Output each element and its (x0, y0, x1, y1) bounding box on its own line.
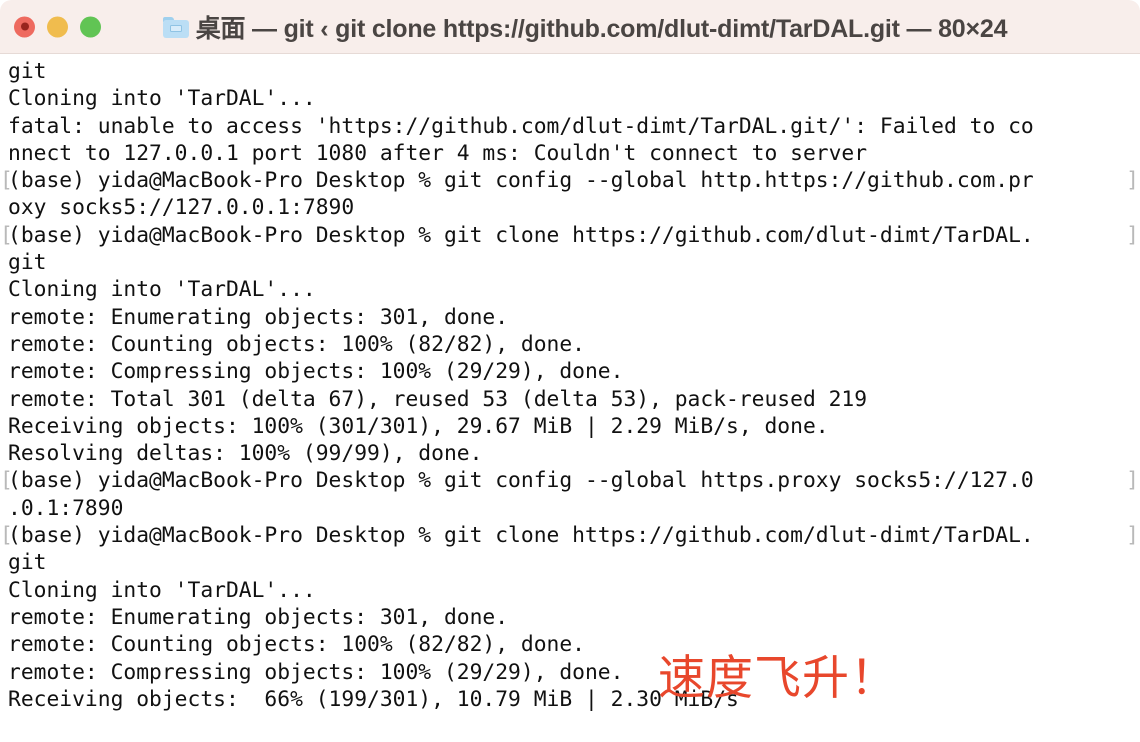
terminal-line-text: (base) yida@MacBook-Pro Desktop % git co… (8, 168, 1034, 194)
terminal-line-text: (base) yida@MacBook-Pro Desktop % git cl… (8, 523, 1034, 549)
line-wrap-marker-right: ] (1126, 523, 1139, 549)
terminal-line-text: remote: Compressing objects: 100% (29/29… (8, 659, 624, 685)
terminal-line: remote: Enumerating objects: 301, done. (0, 304, 1140, 331)
window-title-area: 桌面 — git ‹ git clone https://github.com/… (0, 9, 1140, 45)
terminal-line-text: .0.1:7890 (8, 495, 124, 521)
line-wrap-marker-right: ] (1126, 468, 1139, 494)
terminal-line: Cloning into 'TarDAL'... (0, 276, 1140, 303)
close-icon (20, 22, 29, 31)
line-wrap-marker-left: [ (0, 468, 13, 494)
terminal-line: remote: Enumerating objects: 301, done. (0, 604, 1140, 631)
terminal-line: Receiving objects: 66% (199/301), 10.79 … (0, 686, 1140, 713)
terminal-line: remote: Total 301 (delta 67), reused 53 … (0, 386, 1140, 413)
terminal-line-text: Receiving objects: 100% (301/301), 29.67… (8, 413, 829, 439)
terminal-line: remote: Compressing objects: 100% (29/29… (0, 358, 1140, 385)
terminal-line-text: Cloning into 'TarDAL'... (8, 86, 316, 112)
terminal-line-text: nnect to 127.0.0.1 port 1080 after 4 ms:… (8, 140, 868, 166)
terminal-line: git (0, 549, 1140, 576)
terminal-line: git (0, 58, 1140, 85)
terminal-line-text: (base) yida@MacBook-Pro Desktop % git co… (8, 468, 1034, 494)
terminal-line-text: remote: Enumerating objects: 301, done. (8, 604, 509, 630)
terminal-line-text: remote: Enumerating objects: 301, done. (8, 304, 509, 330)
terminal-line-text: Cloning into 'TarDAL'... (8, 277, 316, 303)
window-title-text: 桌面 — git ‹ git clone https://github.com/… (195, 14, 1008, 43)
line-wrap-marker-right: ] (1126, 168, 1139, 194)
terminal-line-text: git (8, 250, 47, 276)
terminal-line: [(base) yida@MacBook-Pro Desktop % git c… (0, 222, 1140, 249)
line-wrap-marker-right: ] (1126, 222, 1139, 248)
folder-icon (162, 17, 189, 38)
terminal-line: [(base) yida@MacBook-Pro Desktop % git c… (0, 167, 1140, 194)
terminal-line: remote: Counting objects: 100% (82/82), … (0, 631, 1140, 658)
terminal-line: Cloning into 'TarDAL'... (0, 85, 1140, 112)
terminal-line: [(base) yida@MacBook-Pro Desktop % git c… (0, 467, 1140, 494)
terminal-line: remote: Compressing objects: 100% (29/29… (0, 659, 1140, 686)
minimize-button[interactable] (47, 16, 68, 37)
terminal-line-text: Cloning into 'TarDAL'... (8, 577, 316, 603)
terminal-line-list: git Cloning into 'TarDAL'... fatal: unable… (0, 58, 1140, 713)
terminal-line-text: Resolving deltas: 100% (99/99), done. (8, 441, 483, 467)
terminal-line: nnect to 127.0.0.1 port 1080 after 4 ms:… (0, 140, 1140, 167)
line-wrap-marker-left: [ (0, 523, 13, 549)
terminal-line-text: (base) yida@MacBook-Pro Desktop % git cl… (8, 222, 1034, 248)
terminal-output-area[interactable]: git Cloning into 'TarDAL'... fatal: unable… (0, 54, 1140, 742)
terminal-line: Resolving deltas: 100% (99/99), done. (0, 440, 1140, 467)
terminal-line: .0.1:7890 (0, 495, 1140, 522)
terminal-line-text: fatal: unable to access 'https://github.… (8, 113, 1034, 139)
terminal-line: remote: Counting objects: 100% (82/82), … (0, 331, 1140, 358)
terminal-line: Cloning into 'TarDAL'... (0, 577, 1140, 604)
terminal-window: 桌面 — git ‹ git clone https://github.com/… (0, 0, 1140, 742)
terminal-line-text: git (8, 59, 47, 84)
line-wrap-marker-left: [ (0, 222, 13, 248)
traffic-light-group (14, 16, 101, 37)
terminal-line-text: remote: Counting objects: 100% (82/82), … (8, 632, 585, 658)
terminal-line-text: git (8, 550, 47, 576)
terminal-line-text: oxy socks5://127.0.0.1:7890 (8, 195, 355, 221)
line-wrap-marker-left: [ (0, 168, 13, 194)
terminal-line-text: remote: Compressing objects: 100% (29/29… (8, 359, 624, 385)
terminal-line: git (0, 249, 1140, 276)
terminal-line-text: remote: Counting objects: 100% (82/82), … (8, 331, 585, 357)
close-button[interactable] (14, 16, 35, 37)
maximize-button[interactable] (80, 16, 101, 37)
terminal-line-text: remote: Total 301 (delta 67), reused 53 … (8, 386, 868, 412)
annotation-callout-text: 速度飞升！ (658, 651, 898, 706)
terminal-line: Receiving objects: 100% (301/301), 29.67… (0, 413, 1140, 440)
window-titlebar: 桌面 — git ‹ git clone https://github.com/… (0, 0, 1140, 54)
terminal-line: fatal: unable to access 'https://github.… (0, 113, 1140, 140)
terminal-line: [(base) yida@MacBook-Pro Desktop % git c… (0, 522, 1140, 549)
terminal-line-text: Receiving objects: 66% (199/301), 10.79 … (8, 686, 739, 712)
terminal-line: oxy socks5://127.0.0.1:7890 (0, 194, 1140, 221)
